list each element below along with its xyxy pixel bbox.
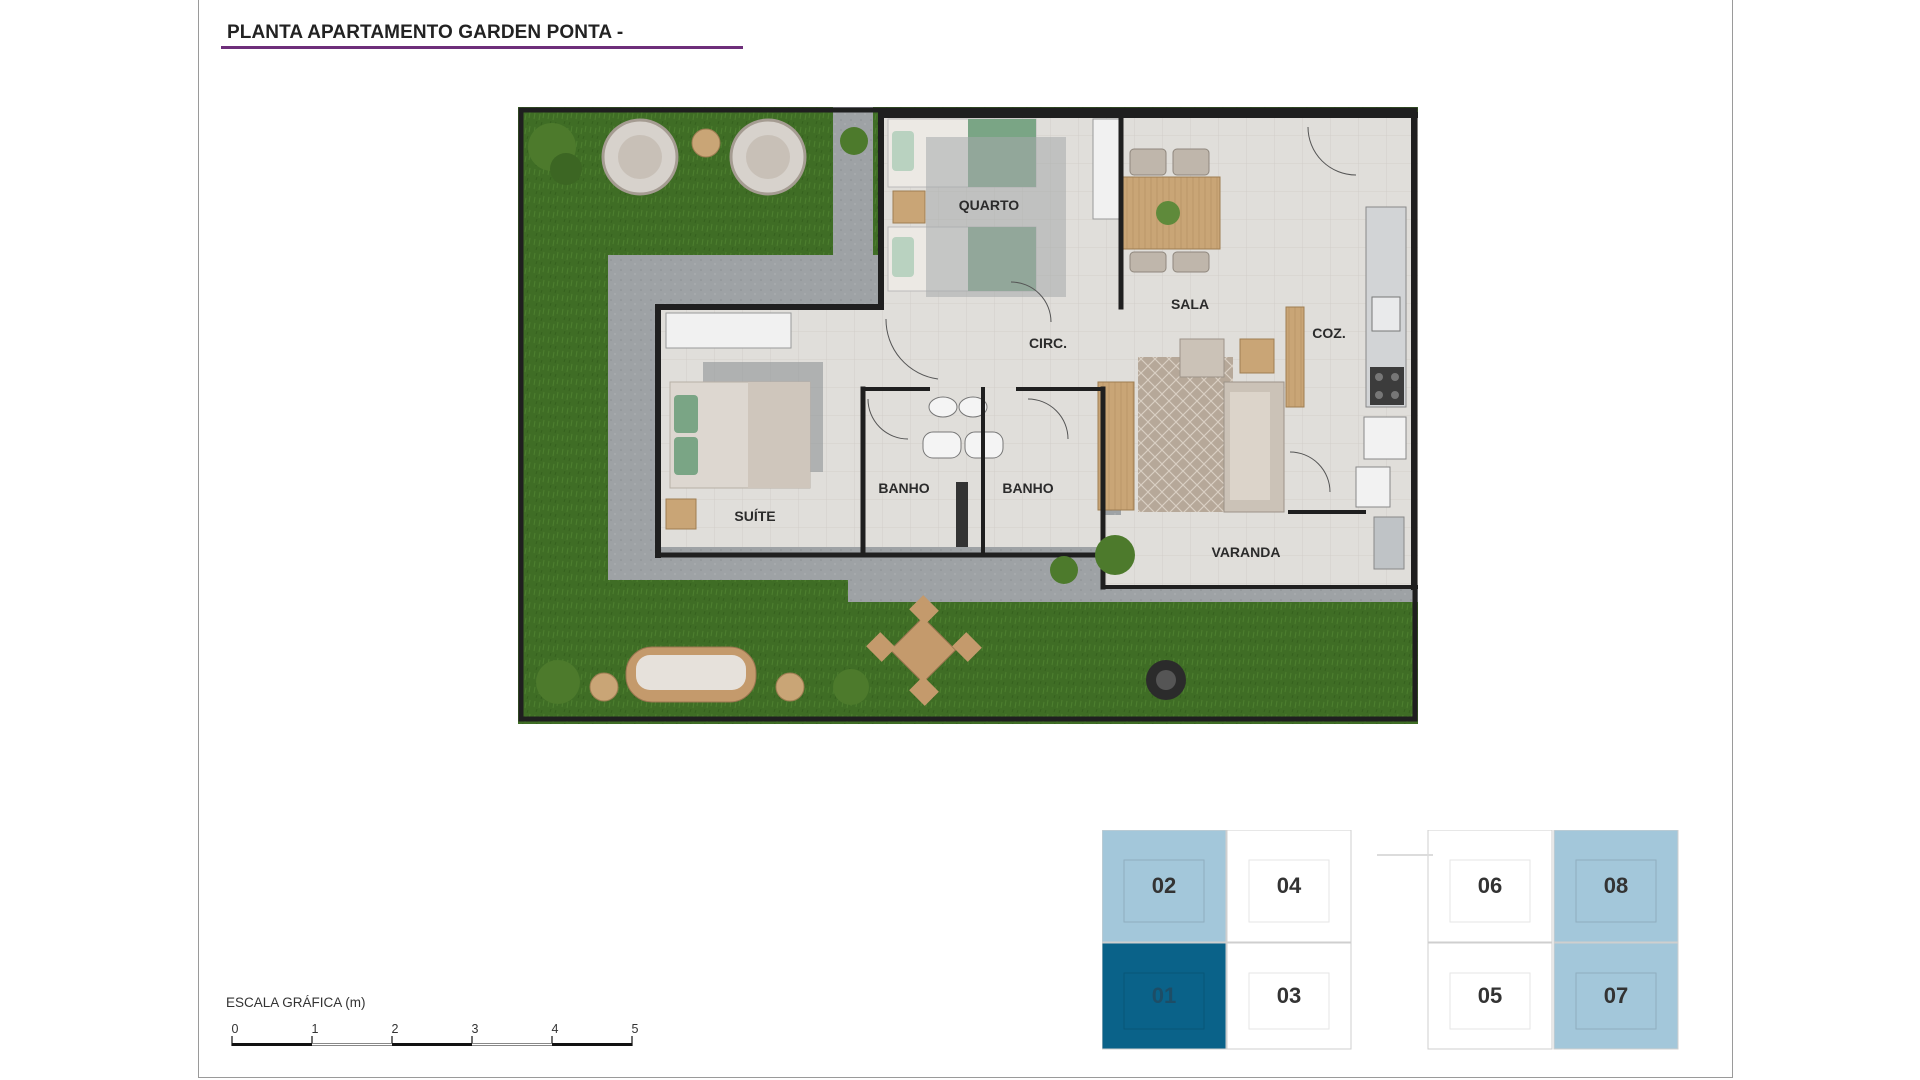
side-table-icon — [775, 672, 805, 702]
kitchen-bench — [1285, 306, 1305, 408]
quarto-rug — [926, 137, 1066, 297]
sink-icon — [928, 396, 958, 418]
shower-divider — [956, 482, 968, 547]
page-title: PLANTA APARTAMENTO GARDEN PONTA - — [227, 22, 624, 43]
palm-plant-icon — [833, 669, 869, 705]
title-underline — [221, 46, 743, 49]
floor-plan: QUARTO SALA CIRC. COZ. SUÍTE BANHO BANHO… — [518, 107, 1418, 724]
sofa-icon — [625, 646, 757, 703]
room-label-banho-2: BANHO — [1002, 480, 1053, 496]
scale-title: ESCALA GRÁFICA (m) — [226, 995, 366, 1010]
round-armchair-icon — [601, 118, 679, 196]
unit-cell-06[interactable]: 06 — [1427, 830, 1553, 943]
scale-tick-label: 4 — [552, 1022, 559, 1036]
scale-tick-label: 1 — [312, 1022, 319, 1036]
sink-icon — [1371, 296, 1401, 332]
unit-number: 08 — [1604, 873, 1628, 898]
unit-number: 03 — [1277, 983, 1301, 1008]
barbecue-grill-icon — [1146, 660, 1186, 700]
scale-tick-label: 0 — [232, 1022, 239, 1036]
scale-tick-label: 3 — [472, 1022, 479, 1036]
unit-number: 01 — [1152, 983, 1176, 1008]
living-rug — [1138, 357, 1233, 512]
stove-icon — [1370, 367, 1404, 405]
unit-cell-05[interactable]: 05 — [1427, 942, 1553, 1050]
toilet-icon — [922, 431, 962, 459]
unit-cell-02[interactable]: 02 — [1102, 830, 1227, 943]
side-table-icon — [589, 672, 619, 702]
side-table-icon — [665, 498, 697, 530]
key-plan-connector — [1377, 854, 1433, 856]
palm-plant-icon — [1095, 535, 1135, 575]
fridge-icon — [1363, 416, 1407, 460]
unit-cell-03[interactable]: 03 — [1226, 942, 1352, 1050]
unit-number: 06 — [1478, 873, 1502, 898]
unit-number: 05 — [1478, 983, 1502, 1008]
unit-cell-07[interactable]: 07 — [1553, 942, 1679, 1050]
palm-plant-icon — [840, 127, 868, 155]
unit-number: 07 — [1604, 983, 1628, 1008]
room-label-varanda: VARANDA — [1212, 544, 1281, 560]
side-table-icon — [1239, 338, 1275, 374]
room-label-banho-1: BANHO — [878, 480, 929, 496]
room-label-quarto: QUARTO — [959, 197, 1020, 213]
wardrobe-suite — [665, 312, 792, 349]
room-label-circ: CIRC. — [1029, 335, 1067, 351]
room-label-coz: COZ. — [1312, 325, 1345, 341]
unit-cell-08[interactable]: 08 — [1553, 830, 1679, 943]
sofa-icon — [1223, 381, 1285, 513]
armchair-icon — [1179, 338, 1225, 378]
plant-icon — [1156, 201, 1180, 225]
unit-cell-04[interactable]: 04 — [1226, 830, 1352, 943]
scale-tick-label: 2 — [392, 1022, 399, 1036]
laundry-sink-icon — [1373, 516, 1405, 570]
palm-plant-icon — [536, 660, 580, 704]
palm-plant-icon — [1050, 556, 1078, 584]
scale-tick-label: 5 — [632, 1022, 639, 1036]
side-table-icon — [892, 190, 926, 224]
room-label-suite: SUÍTE — [734, 508, 775, 524]
round-armchair-icon — [729, 118, 807, 196]
room-label-sala: SALA — [1171, 296, 1209, 312]
washing-machine-icon — [1355, 466, 1391, 508]
unit-cell-01[interactable]: 01 — [1102, 942, 1227, 1050]
unit-number: 04 — [1277, 873, 1302, 898]
side-table-icon — [691, 128, 721, 158]
graphic-scale: 0 1 2 3 4 5 — [231, 1022, 639, 1046]
key-plan: 02 04 01 03 06 08 05 07 — [1102, 830, 1679, 1050]
unit-number: 02 — [1152, 873, 1176, 898]
wardrobe-quarto — [1092, 118, 1122, 220]
